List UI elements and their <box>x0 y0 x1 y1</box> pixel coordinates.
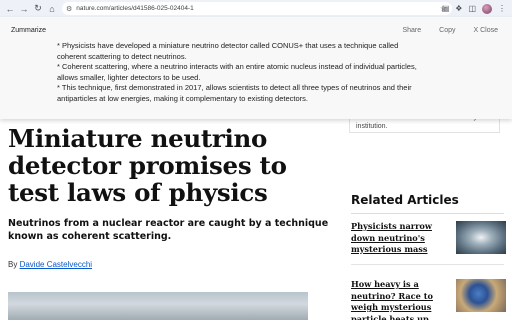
summary-line: * Physicists have developed a miniature … <box>57 41 399 50</box>
summary-line: allows smaller, lighter detectors to be … <box>57 72 201 82</box>
back-icon[interactable]: ← <box>4 3 16 15</box>
reload-icon[interactable]: ↻ <box>32 3 44 15</box>
article-headline: Miniature neutrino detector promises to … <box>8 124 287 207</box>
extensions-puzzle-icon[interactable]: ❖ <box>455 3 462 14</box>
byline: By Davide Castelvecchi <box>8 260 92 269</box>
copy-button[interactable]: Copy <box>439 27 455 34</box>
summary-text: * Physicists have developed a miniature … <box>57 41 457 105</box>
related-articles-heading: Related Articles <box>351 193 459 207</box>
related-item-divider <box>351 264 504 265</box>
extension-bar: ▤ ❖ ◫ ⋮ <box>442 3 506 14</box>
forward-icon[interactable]: → <box>18 3 30 15</box>
summary-line: * Coherent scattering, where a neutrino … <box>57 62 417 72</box>
related-article-link[interactable]: Physicists narrow down neutrino's myster… <box>351 221 454 256</box>
browser-toolbar: ← → ↻ ⌂ ⚙ nature.com/articles/d41586-025… <box>0 0 512 17</box>
related-article-item[interactable]: How heavy is a neutrino? Race to weigh m… <box>351 279 506 320</box>
related-article-item[interactable]: Physicists narrow down neutrino's myster… <box>351 221 506 256</box>
zummarize-actions: Share Copy X Close <box>402 27 498 34</box>
article-hero-image <box>8 292 308 320</box>
summary-line: coherent scattering to detect neutrinos. <box>57 51 187 61</box>
summary-line: * This technique, first demonstrated in … <box>57 83 412 93</box>
summary-line: antiparticles at low energies, making it… <box>57 93 308 103</box>
url-text[interactable]: nature.com/articles/d41586-025-02404-1 <box>76 5 193 12</box>
profile-avatar[interactable] <box>482 3 492 14</box>
browser-menu-icon[interactable]: ⋮ <box>498 3 506 14</box>
byline-prefix: By <box>8 260 20 269</box>
related-article-thumbnail[interactable] <box>456 279 506 312</box>
zummarize-extension-icon[interactable]: ▤ <box>442 3 450 14</box>
related-divider <box>351 213 504 214</box>
address-bar[interactable]: ⚙ nature.com/articles/d41586-025-02404-1… <box>62 2 452 15</box>
site-info-icon[interactable]: ⚙ <box>66 5 72 13</box>
close-button[interactable]: X Close <box>473 27 498 34</box>
author-link[interactable]: Davide Castelvecchi <box>20 260 92 269</box>
sidebar-icon[interactable]: ◫ <box>468 3 476 14</box>
zummarize-panel: Zummarize Share Copy X Close * Physicist… <box>0 17 512 119</box>
related-article-thumbnail[interactable] <box>456 221 506 254</box>
related-article-link[interactable]: How heavy is a neutrino? Race to weigh m… <box>351 279 454 320</box>
zummarize-title: Zummarize <box>11 27 47 34</box>
home-icon[interactable]: ⌂ <box>46 3 58 15</box>
article-standfirst: Neutrinos from a nuclear reactor are cau… <box>8 218 329 242</box>
share-button[interactable]: Share <box>402 27 421 34</box>
